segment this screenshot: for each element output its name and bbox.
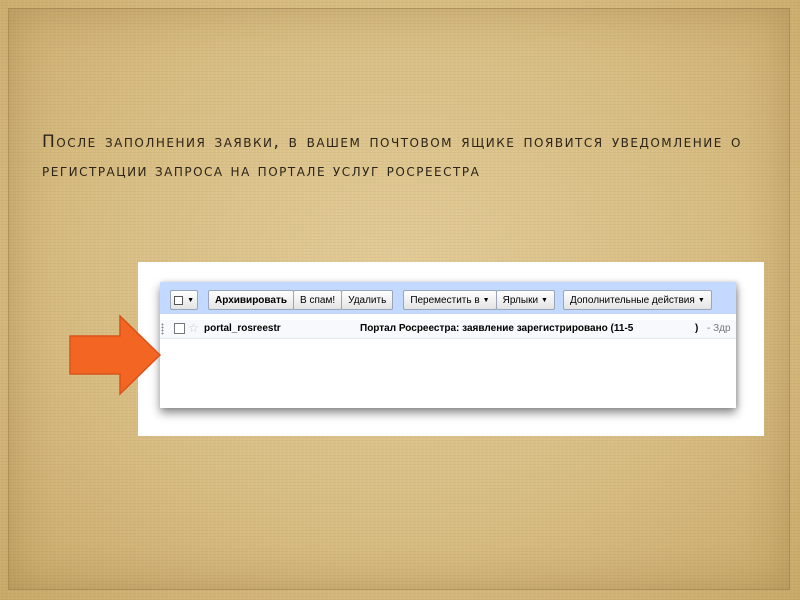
more-actions-label: Дополнительные действия [569, 294, 695, 306]
message-sender: portal_rosreestr [204, 323, 281, 334]
message-subject: Портал Росреестра: заявление зарегистрир… [360, 323, 634, 334]
message-row[interactable]: ☆ portal_rosreestr Портал Росреестра: за… [160, 320, 736, 339]
spam-button[interactable]: В спам! [293, 290, 343, 310]
message-checkbox[interactable] [174, 323, 185, 334]
more-actions-button[interactable]: Дополнительные действия ▼ [562, 290, 712, 310]
right-arrow-icon [69, 314, 162, 396]
select-all-checkbox[interactable] [174, 295, 183, 305]
move-to-label: Переместить в [410, 294, 480, 306]
archive-button[interactable]: Архивировать [208, 290, 295, 310]
message-subject-end: ) [695, 323, 699, 334]
labels-label: Ярлыки [502, 294, 539, 306]
chevron-down-icon: ▼ [187, 296, 194, 304]
chevron-down-icon: ▼ [482, 296, 490, 304]
message-list: ☆ portal_rosreestr Портал Росреестра: за… [160, 314, 736, 408]
message-snippet: - Здр [707, 323, 731, 334]
move-to-button[interactable]: Переместить в ▼ [403, 290, 497, 310]
star-icon[interactable]: ☆ [188, 321, 199, 335]
delete-button[interactable]: Удалить [341, 290, 394, 310]
chevron-down-icon: ▼ [541, 296, 548, 304]
mail-window: ▼ Архивировать В спам! Удалить Перемести… [160, 282, 736, 408]
slide-heading: После заполнения заявки, в вашем почтово… [42, 132, 742, 181]
screenshot-panel: ▼ Архивировать В спам! Удалить Перемести… [138, 262, 764, 436]
chevron-down-icon: ▼ [697, 296, 705, 304]
labels-button[interactable]: Ярлыки ▼ [495, 290, 555, 310]
mail-toolbar: ▼ Архивировать В спам! Удалить Перемести… [160, 286, 736, 314]
select-dropdown-button[interactable]: ▼ [170, 290, 198, 310]
